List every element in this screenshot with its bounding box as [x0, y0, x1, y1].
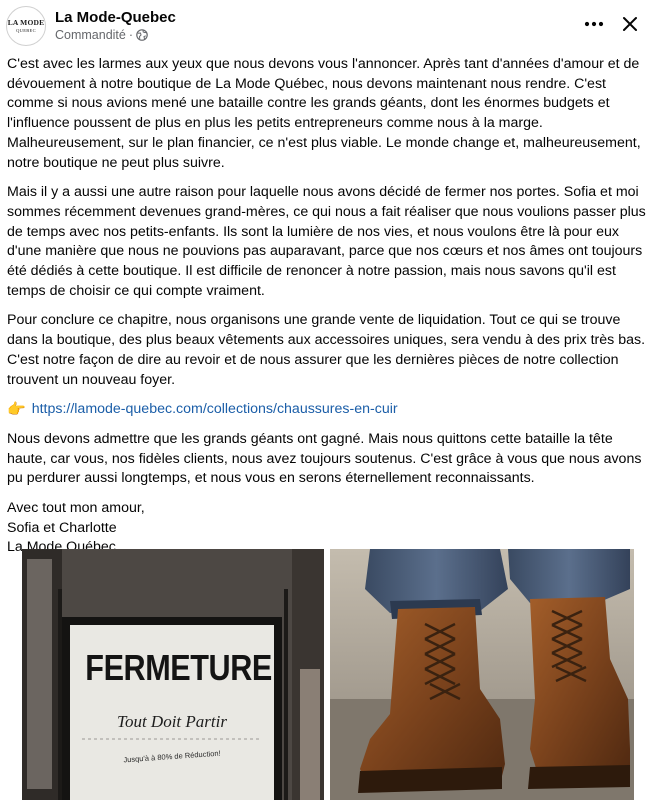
post-images: FERMETURE Tout Doit Partir Jusqu'à à 80%…: [0, 549, 657, 800]
post-paragraph: Mais il y a aussi une autre raison pour …: [7, 184, 646, 299]
link-line: 👉 https://lamode-quebec.com/collections/…: [7, 400, 648, 420]
pointing-right-icon: 👉: [7, 401, 26, 419]
more-options-button[interactable]: [578, 10, 610, 38]
shop-link[interactable]: https://lamode-quebec.com/collections/ch…: [32, 400, 398, 420]
sign-title: FERMETURE: [85, 647, 272, 688]
avatar-logo-line1: LA MODE: [7, 18, 45, 27]
sponsored-post: LA MODE QUEBEC La Mode-Quebec Commandité…: [0, 0, 657, 800]
closing-sign-photo[interactable]: FERMETURE Tout Doit Partir Jusqu'à à 80%…: [22, 549, 324, 800]
post-message: C'est avec les larmes aux yeux que nous …: [7, 55, 648, 558]
post-paragraph: C'est avec les larmes aux yeux que nous …: [7, 56, 641, 171]
page-name-link[interactable]: La Mode-Quebec: [55, 9, 176, 26]
leather-boots-photo[interactable]: [330, 549, 634, 800]
page-avatar[interactable]: LA MODE QUEBEC: [6, 6, 46, 46]
separator-dot: ·: [128, 28, 134, 42]
signoff-line: Sofia et Charlotte: [7, 519, 117, 536]
post-header: LA MODE QUEBEC La Mode-Quebec Commandité…: [0, 0, 657, 50]
avatar-logo-line2: QUEBEC: [16, 27, 36, 33]
more-horizontal-icon: [584, 21, 604, 27]
post-paragraph: Pour conclure ce chapitre, nous organiso…: [7, 312, 646, 388]
close-icon: [622, 16, 638, 32]
boots-illustration: [330, 549, 634, 800]
sponsored-label[interactable]: Commandité: [55, 28, 126, 42]
sponsored-label-row: Commandité ·: [55, 28, 148, 42]
close-post-button[interactable]: [614, 10, 646, 38]
globe-icon: [136, 29, 148, 41]
post-paragraph: Nous devons admettre que les grands géan…: [7, 430, 642, 487]
sign-subtitle: Tout Doit Partir: [117, 712, 227, 731]
signoff-line: Avec tout mon amour,: [7, 500, 145, 517]
